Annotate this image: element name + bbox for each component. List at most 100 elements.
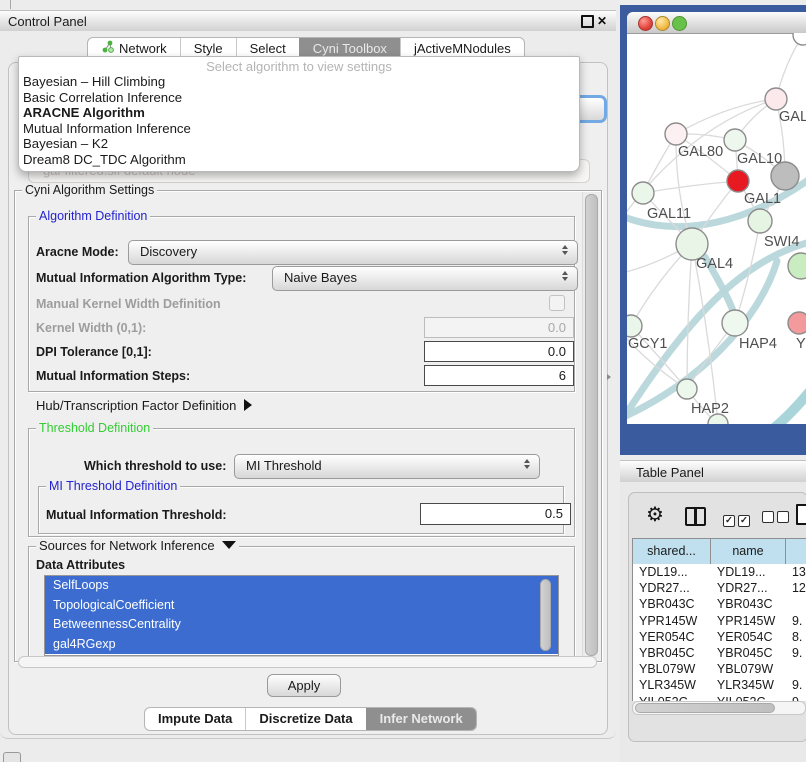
algorithm-option[interactable]: Bayesian – K2 xyxy=(19,136,579,152)
gear-icon[interactable]: ⚙ xyxy=(646,505,664,525)
table-row[interactable]: YDR27...YDR27...12 xyxy=(633,580,806,596)
manual-kernel-checkbox[interactable] xyxy=(549,295,565,311)
sources-disclosure[interactable]: Sources for Network Inference xyxy=(36,539,239,553)
table-cell xyxy=(786,661,806,677)
network-edge[interactable] xyxy=(765,385,806,424)
stepper-arrows-icon xyxy=(562,245,568,255)
zoom-window-icon[interactable] xyxy=(672,16,687,31)
mi-threshold-field[interactable]: 0.5 xyxy=(420,503,571,525)
dpi-tolerance-field[interactable]: 0.0 xyxy=(424,341,574,362)
column-header-shared-name[interactable]: shared... xyxy=(633,539,711,564)
expanded-arrow-icon xyxy=(222,541,236,549)
checked-box-icon: ✓ xyxy=(723,515,735,527)
table-cell: 13 xyxy=(786,564,806,580)
split-columns-icon[interactable] xyxy=(685,507,706,526)
algorithm-option[interactable]: Dream8 DC_TDC Algorithm xyxy=(19,152,579,168)
column-header-partial[interactable] xyxy=(786,539,806,564)
control-panel-titlebar: Control Panel ✕ xyxy=(0,10,616,33)
aracne-mode-label: Aracne Mode: xyxy=(36,245,119,259)
settings-vertical-scrollbar-thumb[interactable] xyxy=(585,194,598,656)
network-node-GAL80[interactable] xyxy=(665,123,687,145)
network-node-right-green[interactable] xyxy=(788,253,806,279)
table-horizontal-scrollbar-thumb[interactable] xyxy=(635,703,775,713)
table-cell: YLR345W xyxy=(633,677,711,693)
table-row[interactable]: YER054CYER054C8. xyxy=(633,629,806,645)
table-row[interactable]: YIL052CYIL052C9. xyxy=(633,694,806,702)
float-panel-icon[interactable] xyxy=(581,15,594,28)
network-node-GAL1[interactable] xyxy=(727,170,749,192)
attribute-list-scrollbar-thumb[interactable] xyxy=(540,579,551,651)
algorithm-option[interactable]: Bayesian – Hill Climbing xyxy=(19,74,579,90)
data-attributes-label: Data Attributes xyxy=(36,558,125,572)
deselect-all-checks-icon[interactable] xyxy=(762,510,792,528)
table-panel-body: ⚙ ✓✓ shared... name YDL19...YDL19...13YD… xyxy=(620,482,806,762)
network-node-GAL11[interactable] xyxy=(632,182,654,204)
algorithm-option[interactable]: Mutual Information Inference xyxy=(19,121,579,137)
table-cell: 9. xyxy=(786,677,806,693)
network-node-partial-top[interactable] xyxy=(793,33,806,45)
table-row[interactable]: YDL19...YDL19...13 xyxy=(633,564,806,580)
checked-box-icon: ✓ xyxy=(738,515,750,527)
kernel-width-label: Kernel Width (0,1): xyxy=(36,321,146,335)
close-panel-icon[interactable]: ✕ xyxy=(597,15,607,27)
aracne-mode-combo[interactable]: Discovery xyxy=(128,240,578,265)
network-node-label: SWI4 xyxy=(764,234,799,250)
column-header-name[interactable]: name xyxy=(711,539,786,564)
table-row[interactable]: YBR045CYBR045C9. xyxy=(633,645,806,661)
algorithm-option[interactable]: Basic Correlation Inference xyxy=(19,90,579,106)
algorithm-definition-title: Algorithm Definition xyxy=(36,209,150,223)
divider xyxy=(10,0,11,9)
table-row[interactable]: YPR145WYPR145W9. xyxy=(633,613,806,629)
kernel-width-field[interactable]: 0.0 xyxy=(424,317,574,338)
network-node-gray-node[interactable] xyxy=(771,162,799,190)
settings-horizontal-scrollbar[interactable] xyxy=(18,656,597,668)
network-node-SWI4[interactable] xyxy=(748,209,772,233)
network-node-label: HAP2 xyxy=(691,401,729,417)
hub-tf-disclosure[interactable]: Hub/Transcription Factor Definition xyxy=(36,398,252,413)
table-cell: YER054C xyxy=(633,629,711,645)
minimized-panel-icon[interactable] xyxy=(3,752,21,762)
dpi-tolerance-label: DPI Tolerance [0,1]: xyxy=(36,345,152,359)
network-node-label: GAL xyxy=(779,109,806,125)
network-edge[interactable] xyxy=(643,181,738,193)
close-window-icon[interactable] xyxy=(638,16,653,31)
network-node-Y-truncated[interactable] xyxy=(788,312,806,334)
network-window: GALGAL80GAL10GAL1GAL11SWI4GAL4GCY1HAP4YH… xyxy=(627,12,806,424)
tab-infer-network[interactable]: Infer Network xyxy=(366,708,476,730)
network-edge[interactable] xyxy=(687,244,692,389)
network-node-GAL10[interactable] xyxy=(724,129,746,151)
table-cell: YBR043C xyxy=(711,596,786,612)
tab-impute-data[interactable]: Impute Data xyxy=(145,708,245,730)
apply-button[interactable]: Apply xyxy=(267,674,341,697)
minimize-window-icon[interactable] xyxy=(655,16,670,31)
splitter-handle[interactable] xyxy=(607,374,611,380)
settings-vertical-scrollbar[interactable] xyxy=(582,192,599,658)
algorithm-option-selected[interactable]: ARACNE Algorithm xyxy=(19,105,579,121)
table-row[interactable]: YLR345WYLR345W9. xyxy=(633,677,806,693)
network-node-HAP2[interactable] xyxy=(677,379,697,399)
network-node-label: GAL80 xyxy=(678,144,723,160)
network-node-label: GAL1 xyxy=(744,191,781,207)
network-node-gal-truncated[interactable] xyxy=(765,88,787,110)
attribute-item-selected[interactable]: BetweennessCentrality xyxy=(45,615,558,635)
attribute-item-selected[interactable]: TopologicalCoefficient xyxy=(45,596,558,616)
select-all-checks-icon[interactable]: ✓✓ xyxy=(723,510,753,528)
table-row[interactable]: YBR043CYBR043C xyxy=(633,596,806,612)
attribute-item-selected[interactable]: SelfLoops xyxy=(45,576,558,596)
network-canvas-svg[interactable]: GALGAL80GAL10GAL1GAL11SWI4GAL4GCY1HAP4YH… xyxy=(627,33,806,424)
mi-steps-field[interactable]: 6 xyxy=(424,365,574,386)
table-cell: YBR045C xyxy=(711,645,786,661)
network-node-HAP4[interactable] xyxy=(722,310,748,336)
mi-type-combo[interactable]: Naive Bayes xyxy=(272,266,578,291)
attribute-item-selected[interactable]: gal4RGexp xyxy=(45,635,558,655)
table-horizontal-scrollbar[interactable] xyxy=(632,701,806,715)
table-row[interactable]: YBL079WYBL079W xyxy=(633,661,806,677)
table-cell: YIL052C xyxy=(633,694,711,702)
algorithm-dropdown-placeholder: Select algorithm to view settings xyxy=(19,59,579,74)
network-node-GCY1[interactable] xyxy=(627,315,642,337)
tab-discretize-data[interactable]: Discretize Data xyxy=(245,708,365,730)
table-cell: YBL079W xyxy=(711,661,786,677)
which-threshold-combo[interactable]: MI Threshold xyxy=(234,454,540,479)
new-table-icon[interactable] xyxy=(796,504,806,525)
network-node-label: GAL4 xyxy=(696,256,733,272)
